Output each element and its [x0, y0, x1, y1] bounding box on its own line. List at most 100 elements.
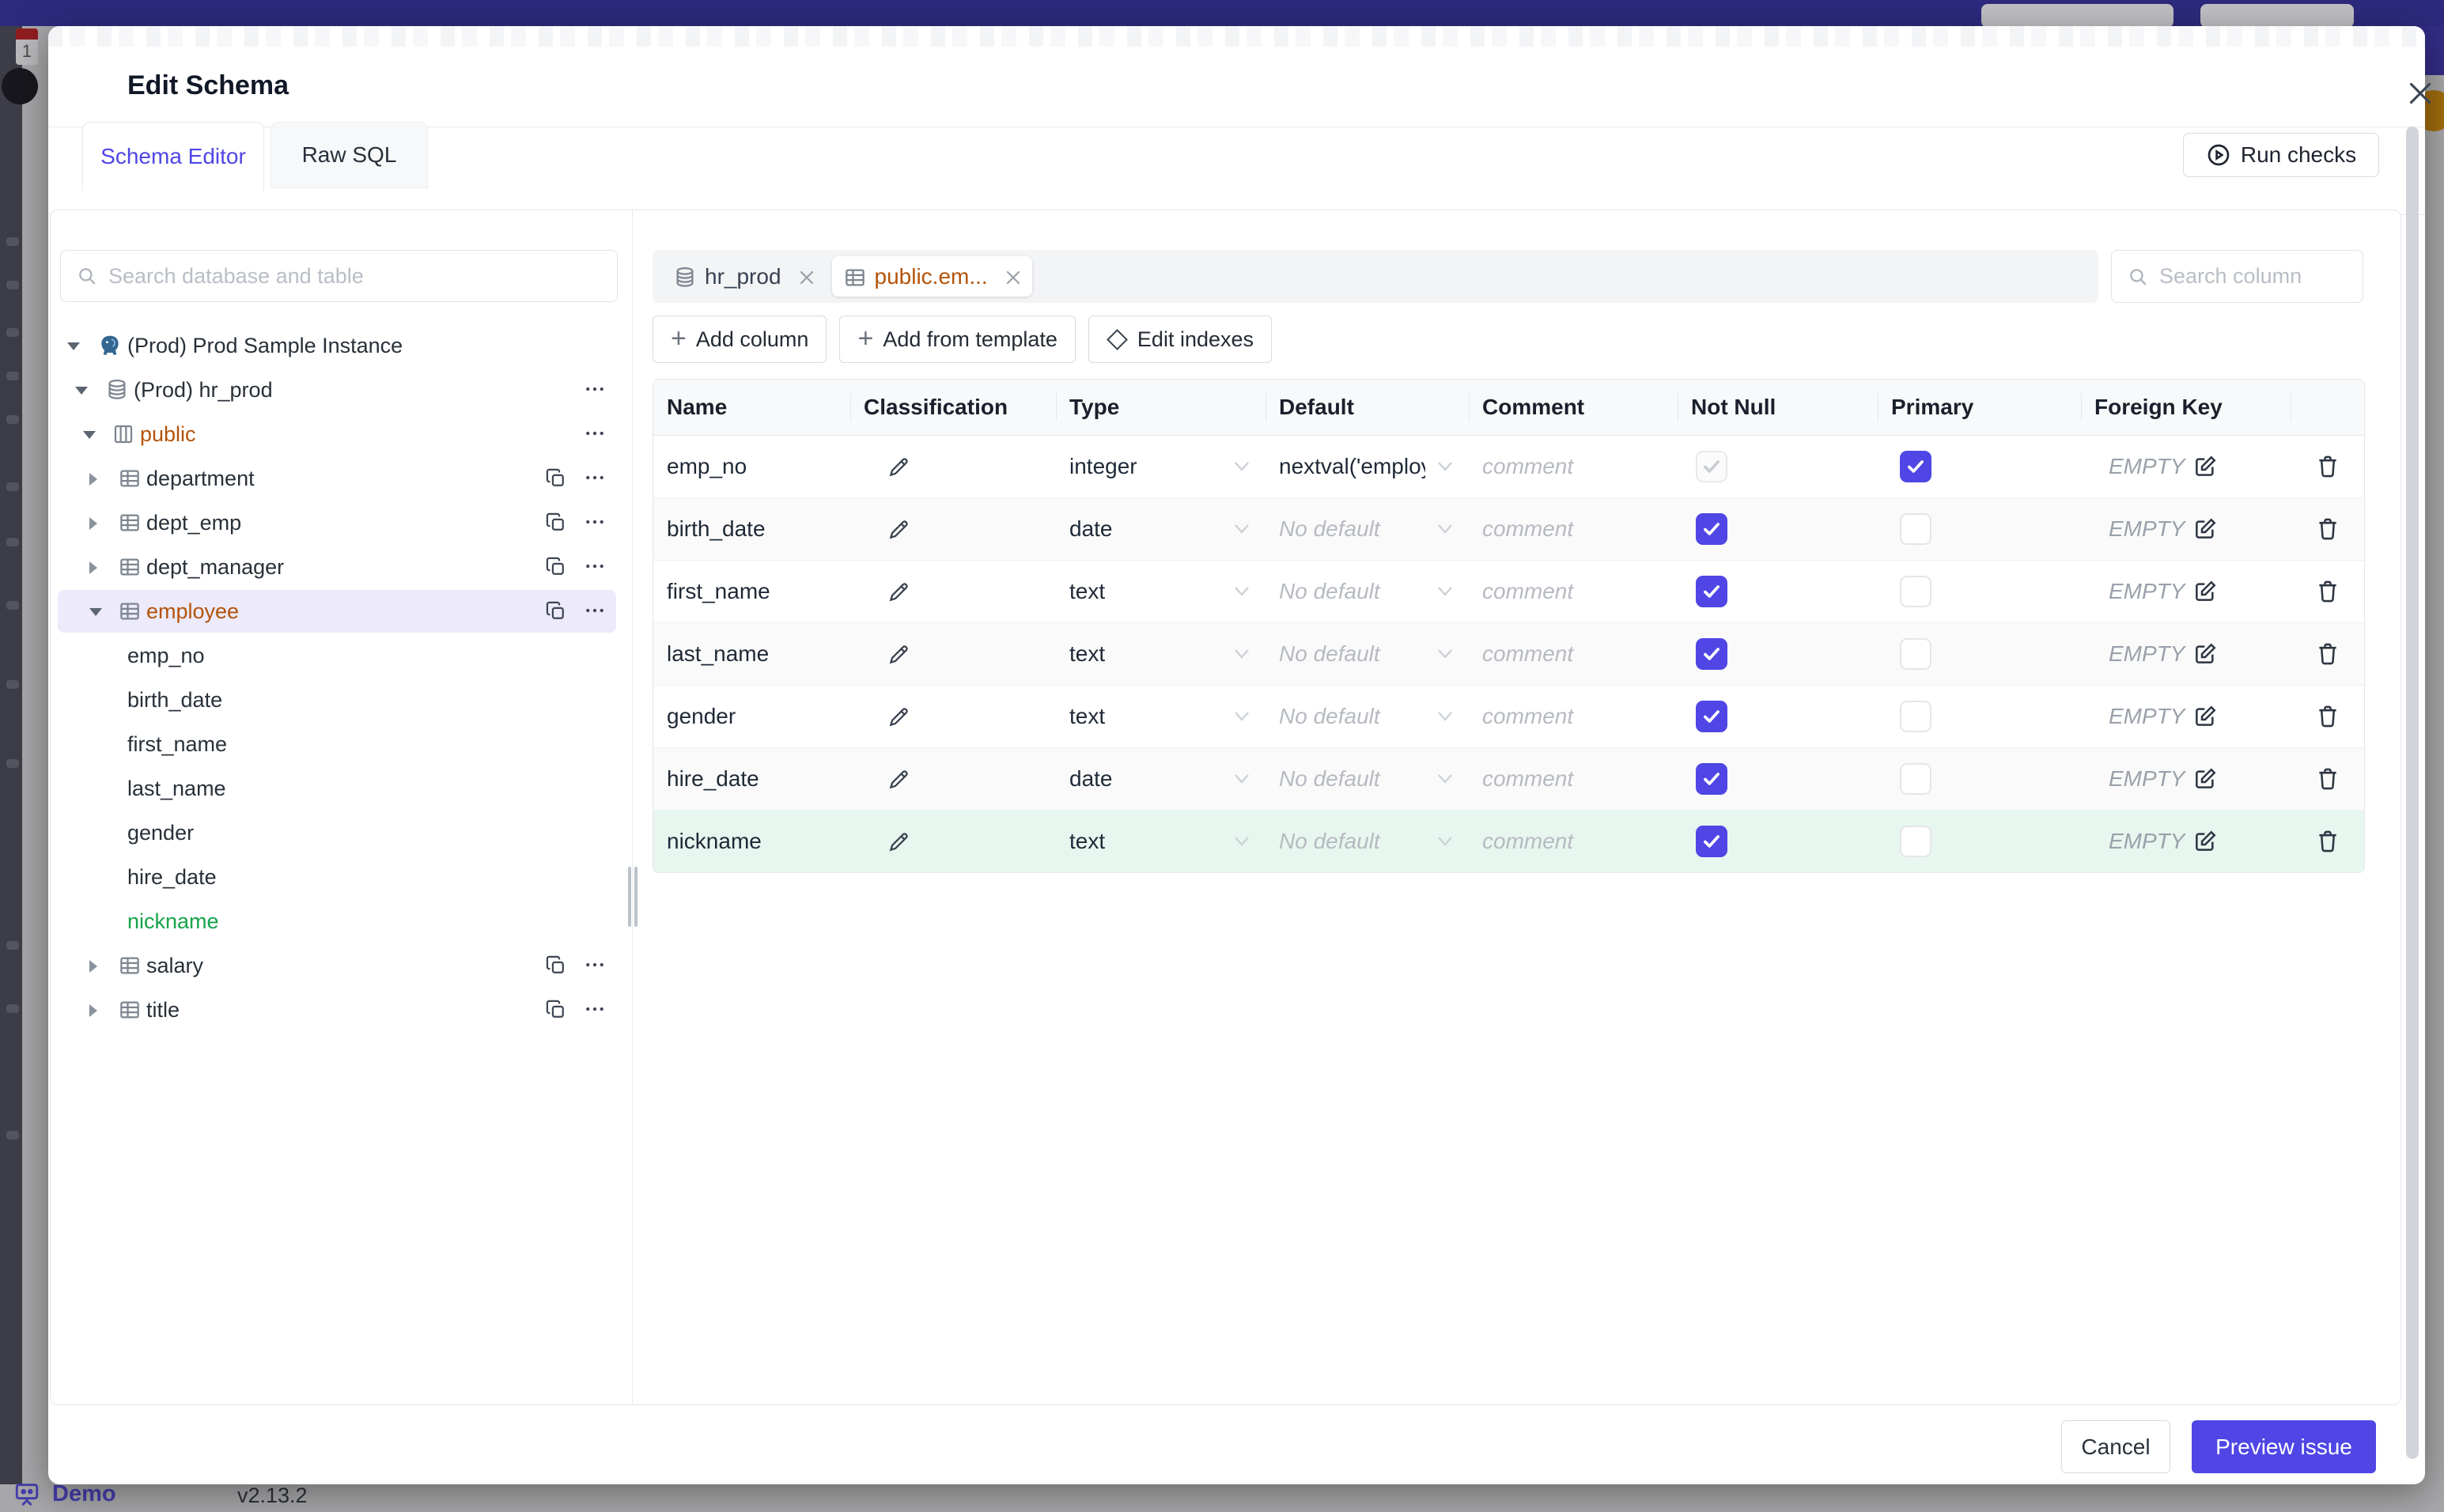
run-checks-button[interactable]: Run checks [2183, 133, 2379, 177]
not-null-checkbox[interactable] [1696, 513, 1727, 545]
delete-column-icon[interactable] [2314, 828, 2341, 855]
tree-item-dept_manager[interactable]: dept_manager [51, 545, 630, 589]
column-name-field[interactable]: first_name [653, 579, 850, 604]
chevron-down-icon[interactable] [67, 342, 80, 350]
tab-schema-editor[interactable]: Schema Editor [82, 122, 264, 191]
splitter-handle[interactable] [626, 865, 639, 928]
more-actions-icon[interactable] [583, 599, 605, 621]
chevron-right-icon[interactable] [89, 517, 97, 530]
column-name-field[interactable]: emp_no [653, 454, 850, 479]
close-icon[interactable] [2402, 75, 2438, 112]
type-select[interactable]: integer [1056, 454, 1266, 479]
more-actions-icon[interactable] [583, 554, 605, 576]
chevron-down-icon[interactable] [75, 387, 88, 395]
primary-checkbox[interactable] [1900, 826, 1931, 857]
default-select[interactable]: No default [1266, 579, 1469, 604]
comment-field[interactable]: comment [1469, 704, 1678, 729]
tree-item-employee[interactable]: employee [51, 589, 630, 633]
cancel-button[interactable]: Cancel [2061, 1420, 2170, 1473]
primary-checkbox[interactable] [1900, 513, 1931, 545]
classification-edit-pencil-icon[interactable] [850, 703, 1056, 730]
comment-field[interactable]: comment [1469, 766, 1678, 792]
delete-column-icon[interactable] [2314, 703, 2341, 730]
tree-item-salary[interactable]: salary [51, 943, 630, 988]
chevron-right-icon[interactable] [89, 473, 97, 486]
not-null-checkbox[interactable] [1696, 638, 1727, 670]
not-null-checkbox[interactable] [1696, 763, 1727, 795]
default-select[interactable]: No default [1266, 704, 1469, 729]
edit-foreign-key-icon[interactable] [2192, 579, 2218, 604]
chevron-right-icon[interactable] [89, 561, 97, 574]
classification-edit-pencil-icon[interactable] [850, 765, 1056, 792]
edit-indexes-button[interactable]: Edit indexes [1088, 316, 1273, 363]
not-null-checkbox[interactable] [1696, 826, 1727, 857]
tree-item-public[interactable]: public [51, 412, 630, 456]
delete-column-icon[interactable] [2314, 453, 2341, 480]
close-tab-icon[interactable] [797, 268, 815, 285]
column-name-field[interactable]: birth_date [653, 516, 850, 542]
primary-checkbox[interactable] [1900, 576, 1931, 607]
database-search-input[interactable]: Search database and table [60, 250, 618, 302]
copy-icon[interactable] [545, 600, 567, 622]
chevron-right-icon[interactable] [89, 1004, 97, 1017]
tree-item--prod-hr_prod[interactable]: (Prod) hr_prod [51, 368, 630, 412]
edit-foreign-key-icon[interactable] [2192, 829, 2218, 854]
delete-column-icon[interactable] [2314, 765, 2341, 792]
delete-column-icon[interactable] [2314, 578, 2341, 605]
chevron-down-icon[interactable] [89, 608, 102, 616]
type-select[interactable]: text [1056, 579, 1266, 604]
tree-item--prod-prod-sample-instance[interactable]: (Prod) Prod Sample Instance [51, 323, 630, 368]
copy-icon[interactable] [545, 512, 567, 534]
classification-edit-pencil-icon[interactable] [850, 516, 1056, 542]
comment-field[interactable]: comment [1469, 641, 1678, 667]
copy-icon[interactable] [545, 467, 567, 490]
comment-field[interactable]: comment [1469, 516, 1678, 542]
delete-column-icon[interactable] [2314, 641, 2341, 667]
tree-item-nickname[interactable]: nickname [51, 899, 630, 943]
more-actions-icon[interactable] [583, 466, 605, 488]
chevron-right-icon[interactable] [89, 960, 97, 973]
add-column-button[interactable]: + Add column [653, 316, 827, 363]
chevron-down-icon[interactable] [83, 431, 96, 439]
primary-checkbox[interactable] [1900, 763, 1931, 795]
comment-field[interactable]: comment [1469, 829, 1678, 854]
column-search-input[interactable]: Search column [2111, 250, 2363, 303]
more-actions-icon[interactable] [583, 953, 605, 975]
edit-foreign-key-icon[interactable] [2192, 641, 2218, 667]
delete-column-icon[interactable] [2314, 516, 2341, 542]
classification-edit-pencil-icon[interactable] [850, 453, 1056, 480]
editor-tab-public-em-[interactable]: public.em... [831, 256, 1032, 297]
comment-field[interactable]: comment [1469, 579, 1678, 604]
tree-item-birth_date[interactable]: birth_date [51, 678, 630, 722]
type-select[interactable]: date [1056, 766, 1266, 792]
edit-foreign-key-icon[interactable] [2192, 454, 2218, 479]
type-select[interactable]: text [1056, 829, 1266, 854]
copy-icon[interactable] [545, 954, 567, 977]
classification-edit-pencil-icon[interactable] [850, 828, 1056, 855]
column-name-field[interactable]: gender [653, 704, 850, 729]
column-name-field[interactable]: last_name [653, 641, 850, 667]
tree-item-gender[interactable]: gender [51, 811, 630, 855]
primary-checkbox[interactable] [1900, 451, 1931, 482]
type-select[interactable]: text [1056, 704, 1266, 729]
column-name-field[interactable]: hire_date [653, 766, 850, 792]
not-null-checkbox[interactable] [1696, 576, 1727, 607]
not-null-checkbox[interactable] [1696, 701, 1727, 732]
add-from-template-button[interactable]: + Add from template [839, 316, 1076, 363]
edit-foreign-key-icon[interactable] [2192, 516, 2218, 542]
type-select[interactable]: text [1056, 641, 1266, 667]
tab-raw-sql[interactable]: Raw SQL [271, 122, 428, 188]
more-actions-icon[interactable] [583, 997, 605, 1019]
comment-field[interactable]: comment [1469, 454, 1678, 479]
primary-checkbox[interactable] [1900, 638, 1931, 670]
more-actions-icon[interactable] [583, 377, 605, 399]
default-select[interactable]: No default [1266, 766, 1469, 792]
default-select[interactable]: No default [1266, 516, 1469, 542]
close-tab-icon[interactable] [1004, 268, 1021, 285]
tree-item-title[interactable]: title [51, 988, 630, 1032]
copy-icon[interactable] [545, 556, 567, 578]
modal-scrollbar[interactable] [2406, 127, 2419, 1459]
more-actions-icon[interactable] [583, 421, 605, 444]
preview-issue-button[interactable]: Preview issue [2192, 1420, 2376, 1473]
tree-item-department[interactable]: department [51, 456, 630, 501]
